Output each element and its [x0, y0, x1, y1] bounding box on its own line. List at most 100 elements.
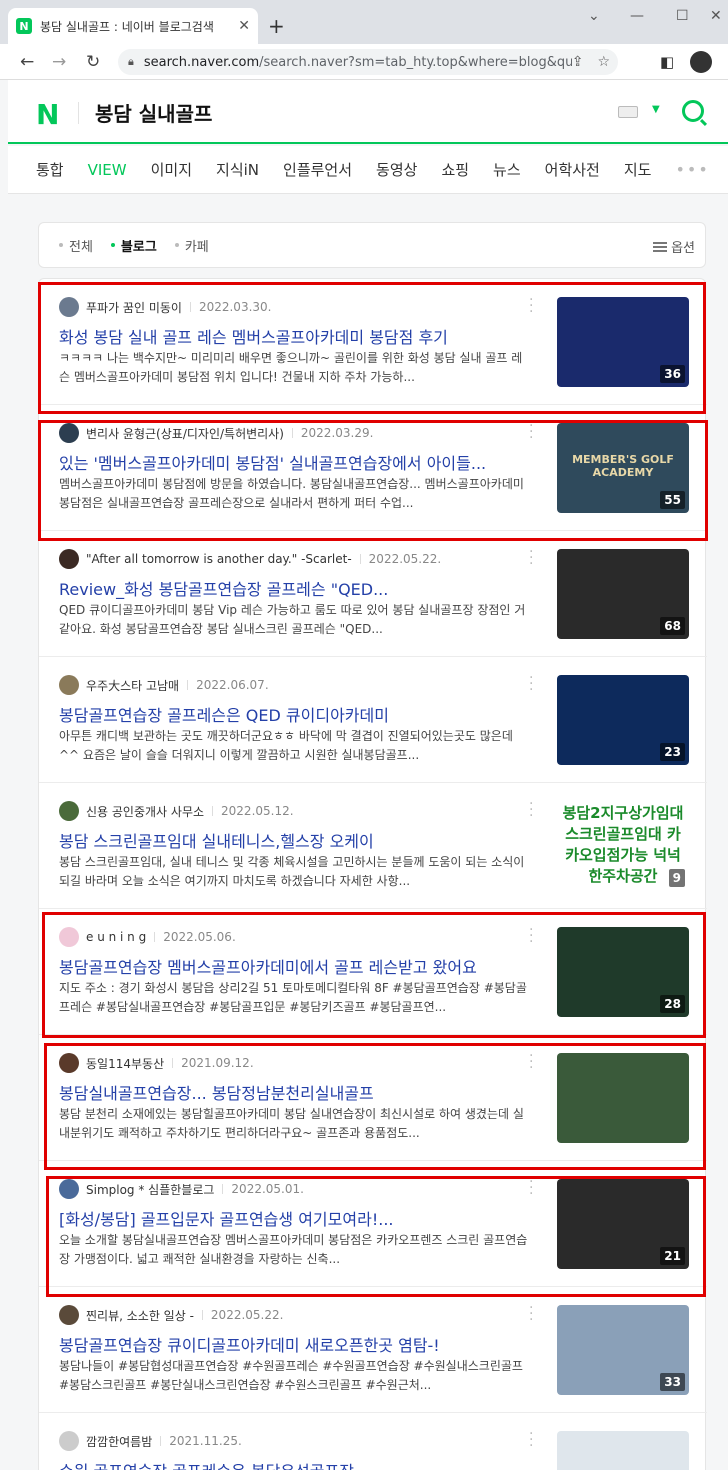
avatar[interactable] [59, 423, 79, 443]
result-item[interactable]: 푸파가 꿈인 미동이 2022.03.30. · · · 화성 봉담 실내 골프 레슨 멤… [39, 279, 707, 405]
tab-shopping[interactable]: 쇼핑 [441, 159, 469, 180]
result-title-link[interactable]: 봉담실내골프연습장... 봉담정남분천리실내골프 [59, 1080, 509, 1104]
more-options-icon[interactable]: · · · [529, 671, 533, 697]
tab-dictionary[interactable]: 어학사전 [545, 159, 600, 180]
result-title-link[interactable]: [화성/봉담] 골프입문자 골프연습생 여기모여라!... [59, 1206, 509, 1230]
more-options-icon[interactable]: · · · [529, 923, 533, 949]
tab-kin[interactable]: 지식iN [216, 159, 259, 180]
author-name[interactable]: Simplog * 심플한블로그 [86, 1181, 214, 1198]
more-tabs-icon[interactable]: ••• [675, 160, 709, 179]
result-title-link[interactable]: Review_화성 봉담골프연습장 골프레슨 "QED... [59, 576, 509, 600]
caret-down-icon[interactable]: ▼ [652, 104, 660, 115]
author-name[interactable]: 우주大스타 고남매 [86, 677, 179, 694]
header-divider [78, 102, 79, 124]
tab-video[interactable]: 동영상 [376, 159, 417, 180]
result-snippet: 봉담 스크린골프임대, 실내 테니스 및 각종 체육시설을 고민하시는 분들께 … [59, 855, 525, 888]
tab-news[interactable]: 뉴스 [493, 159, 521, 180]
back-icon[interactable]: ← [20, 52, 34, 72]
avatar[interactable] [59, 801, 79, 821]
close-tab-icon[interactable]: ✕ [238, 18, 250, 34]
result-title-link[interactable]: 봉담골프연습장 골프레슨은 QED 큐이디아카데미 [59, 702, 509, 726]
browser-tab[interactable]: N 봉담 실내골프 : 네이버 블로그검색 ✕ [8, 8, 258, 44]
more-options-icon[interactable]: · · · [529, 1049, 533, 1075]
result-title-link[interactable]: 봉담골프연습장 멤버스골프아카데미에서 골프 레슨받고 왔어요 [59, 954, 509, 978]
more-options-icon[interactable]: · · · [529, 545, 533, 571]
post-date: 2022.03.29. [300, 426, 374, 440]
result-thumbnail[interactable]: MEMBER'S GOLF ACADEMY 55 [557, 423, 689, 513]
bookmark-star-icon[interactable]: ☆ [597, 54, 610, 70]
tab-integrated[interactable]: 통합 [36, 159, 64, 180]
author-name[interactable]: 변리사 윤형근(상표/디자인/특허변리사) [86, 425, 284, 442]
author-name[interactable]: 찐리뷰, 소소한 일상 - [86, 1307, 194, 1324]
profile-avatar[interactable] [690, 51, 712, 77]
avatar[interactable] [59, 927, 79, 947]
filter-blog[interactable]: 블로그 [110, 236, 157, 255]
new-tab-icon[interactable]: + [268, 14, 285, 38]
more-options-icon[interactable]: · · · [529, 419, 533, 445]
result-item[interactable]: 찐리뷰, 소소한 일상 - 2022.05.22. · · · 봉담골프연습장 큐이디골프… [39, 1287, 707, 1413]
minimize-icon[interactable]: — [630, 8, 644, 24]
search-icon[interactable] [682, 100, 704, 122]
author-name[interactable]: e u n i n g [86, 930, 146, 944]
tab-view[interactable]: VIEW [88, 161, 127, 179]
author-name[interactable]: 깜깜한여름밤 [86, 1433, 152, 1450]
result-thumbnail[interactable]: 봉담2지구상가임대 스크린골프임대 카카오입점가능 넉넉한주차공간 9 [557, 801, 689, 891]
author-name[interactable]: 푸파가 꿈인 미동이 [86, 299, 182, 316]
more-options-icon[interactable]: · · · [529, 1427, 533, 1453]
search-query-input[interactable]: 봉담 실내골프 [95, 98, 212, 127]
result-item[interactable]: "After all tomorrow is another day." -Sc… [39, 531, 707, 657]
result-thumbnail[interactable] [557, 1053, 689, 1143]
tab-map[interactable]: 지도 [624, 159, 652, 180]
forward-icon[interactable]: → [52, 52, 66, 72]
more-options-icon[interactable]: · · · [529, 797, 533, 823]
result-thumbnail[interactable]: 유성골프 [557, 1431, 689, 1470]
result-list: 푸파가 꿈인 미동이 2022.03.30. · · · 화성 봉담 실내 골프 레슨 멤… [38, 278, 707, 1470]
options-button[interactable]: 옵션 [653, 237, 695, 256]
result-title-link[interactable]: 봉담 스크린골프임대 실내테니스,헬스장 오케이 [59, 828, 509, 852]
result-item[interactable]: 신용 공인중개사 사무소 2022.05.12. · · · 봉담 스크린골프임대 실내테… [39, 783, 707, 909]
naver-logo[interactable]: N [36, 98, 59, 131]
filter-all[interactable]: 전체 [59, 236, 93, 255]
maximize-icon[interactable]: ☐ [676, 8, 689, 24]
more-options-icon[interactable]: · · · [529, 1175, 533, 1201]
avatar[interactable] [59, 297, 79, 317]
result-title-link[interactable]: 있는 '멤버스골프아카데미 봉담점' 실내골프연습장에서 아이들... [59, 450, 509, 474]
avatar[interactable] [59, 549, 79, 569]
close-window-icon[interactable]: ✕ [710, 8, 722, 24]
tab-influencer[interactable]: 인플루언서 [283, 159, 352, 180]
result-item[interactable]: 깜깜한여름밤 2021.11.25. ··· 수원 골프연습장 골프레슨은 봉담유성골… [39, 1413, 707, 1470]
tab-images[interactable]: 이미지 [151, 159, 192, 180]
address-bar[interactable]: 🔒︎ search.naver.com/search.naver?sm=tab_… [118, 49, 618, 75]
result-title-link[interactable]: 봉담골프연습장 큐이디골프아카데미 새로오픈한곳 염탐-! [59, 1332, 509, 1356]
result-thumbnail[interactable]: 68 [557, 549, 689, 639]
avatar[interactable] [59, 675, 79, 695]
result-title-link[interactable]: 화성 봉담 실내 골프 레슨 멤버스골프아카데미 봉담점 후기 [59, 324, 509, 348]
result-thumbnail[interactable]: 33 [557, 1305, 689, 1395]
author-name[interactable]: 신용 공인중개사 사무소 [86, 803, 204, 820]
side-panel-icon[interactable]: ◧ [660, 53, 674, 71]
result-thumbnail[interactable]: 23 [557, 675, 689, 765]
avatar[interactable] [59, 1179, 79, 1199]
result-item[interactable]: 우주大스타 고남매 2022.06.07. · · · 봉담골프연습장 골프레슨은 QED… [39, 657, 707, 783]
keyboard-icon[interactable] [618, 106, 638, 118]
result-title-link[interactable]: 수원 골프연습장 골프레슨은 봉담유성골프장 [59, 1458, 509, 1470]
result-item[interactable]: 동일114부동산 2021.09.12. · · · 봉담실내골프연습장... 봉담정남분… [39, 1035, 707, 1161]
reload-icon[interactable]: ↻ [86, 52, 100, 72]
filter-blog-label: 블로그 [120, 239, 157, 255]
avatar[interactable] [59, 1305, 79, 1325]
more-options-icon[interactable]: · · · [529, 1301, 533, 1327]
result-thumbnail[interactable]: 36 [557, 297, 689, 387]
result-item[interactable]: Simplog * 심플한블로그 2022.05.01. · · · [화성/봉담] 골프… [39, 1161, 707, 1287]
author-name[interactable]: "After all tomorrow is another day." -Sc… [86, 552, 352, 566]
share-icon[interactable]: ⇪ [572, 54, 584, 70]
author-name[interactable]: 동일114부동산 [86, 1055, 164, 1072]
result-item[interactable]: 변리사 윤형근(상표/디자인/특허변리사) 2022.03.29. · · · 있는 '멤… [39, 405, 707, 531]
result-thumbnail[interactable]: 28 [557, 927, 689, 1017]
result-thumbnail[interactable]: 21 [557, 1179, 689, 1269]
filter-cafe[interactable]: 카페 [174, 236, 209, 255]
more-options-icon[interactable]: · · · [529, 293, 533, 319]
avatar[interactable] [59, 1431, 79, 1451]
result-item[interactable]: e u n i n g 2022.05.06. · · · 봉담골프연습장 멤버스골프아카… [39, 909, 707, 1035]
chevron-down-icon[interactable]: ⌄ [588, 8, 600, 24]
avatar[interactable] [59, 1053, 79, 1073]
